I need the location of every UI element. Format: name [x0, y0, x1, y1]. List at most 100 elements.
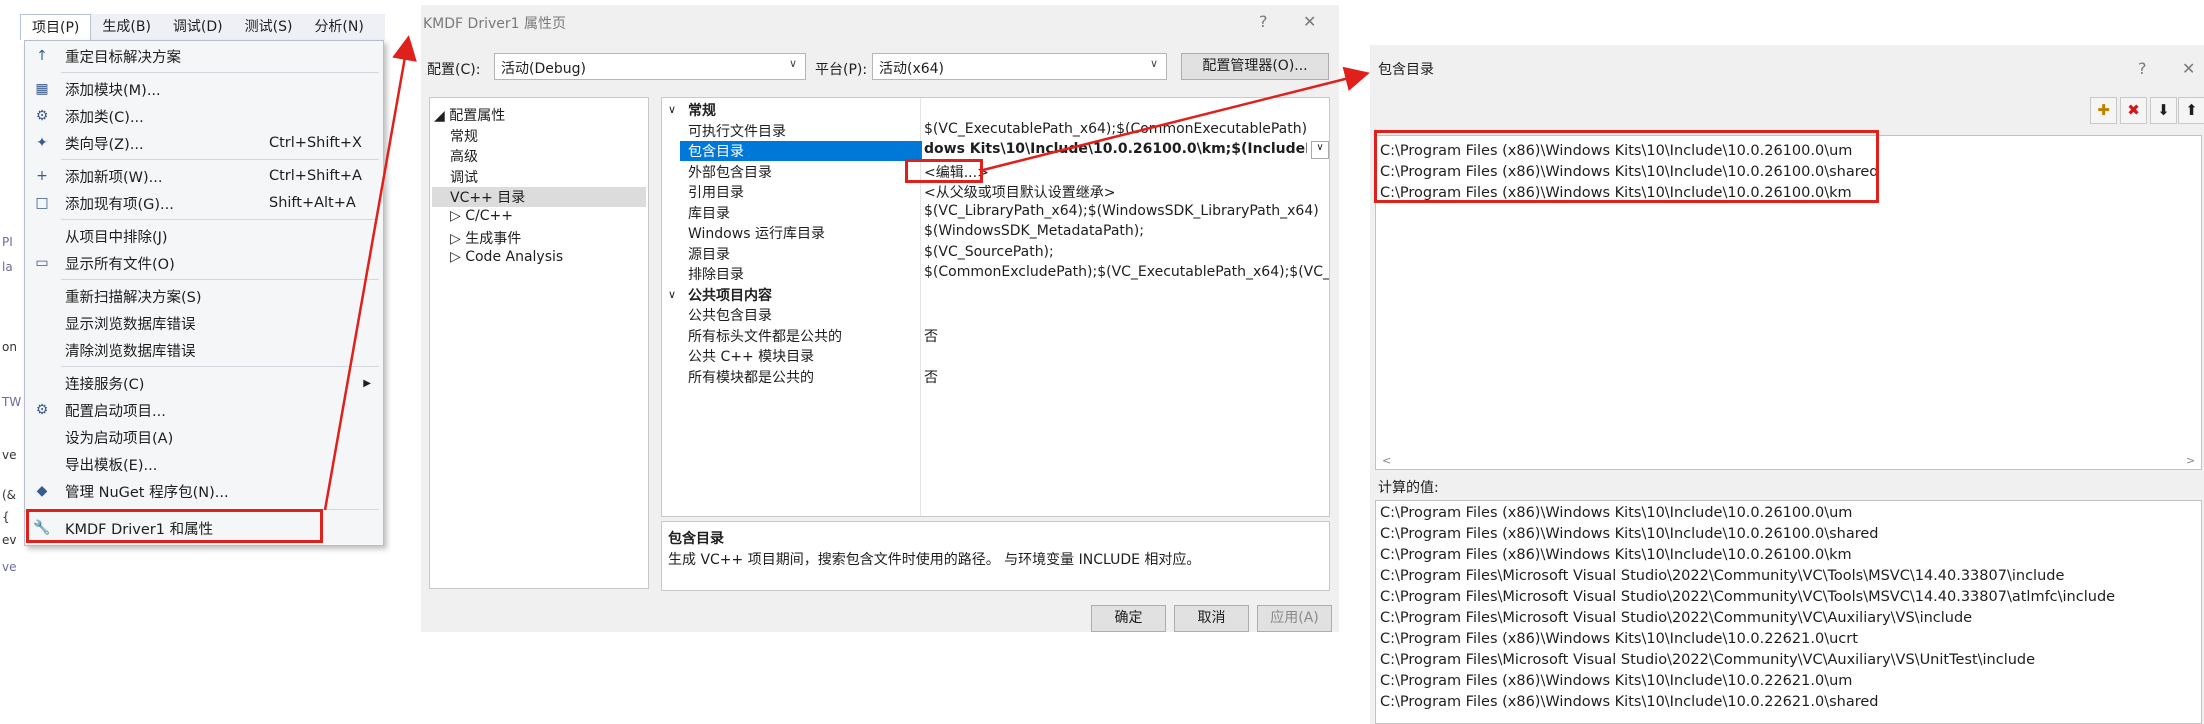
grid-key: 源目录 [688, 246, 730, 263]
menu-item-exclude-from-project[interactable]: 从项目中排除(J) [25, 223, 383, 249]
grid-value[interactable]: <编辑...> [922, 162, 1329, 182]
grid-row[interactable]: 可执行文件目录 $(VC_ExecutablePath_x64);$(Common… [662, 121, 1329, 141]
menu-item-clear-browse-db-errors[interactable]: 清除浏览数据库错误 [25, 337, 383, 363]
chevron-down-icon: ∨ [788, 57, 797, 70]
tree-item[interactable]: VC++ 目录 [432, 187, 646, 207]
description-title: 包含目录 [668, 531, 724, 547]
grid-value[interactable]: $(WindowsSDK_MetadataPath); [922, 223, 1329, 239]
editor-fragment: ve [2, 448, 17, 462]
editor-fragment: ve [2, 560, 17, 574]
menu-item-manage-nuget[interactable]: ◆ 管理 NuGet 程序包(N)... [25, 478, 383, 504]
grid-row[interactable]: 排除目录 $(CommonExcludePath);$(VC_Executable… [662, 264, 1329, 284]
dialog-title: KMDF Driver1 属性页 [423, 16, 566, 32]
grid-key: 可执行文件目录 [688, 123, 786, 140]
evaluated-item: C:\Program Files\Microsoft Visual Studio… [1380, 610, 1973, 626]
grid-value[interactable]: <从父级或项目默认设置继承> [922, 182, 1329, 202]
apply-button[interactable]: 应用(A) [1257, 605, 1332, 632]
new-line-icon[interactable]: ✚ [2090, 97, 2117, 124]
grid-key: 公共包含目录 [688, 308, 772, 324]
scroll-right-icon[interactable]: > [2186, 454, 2195, 467]
close-icon[interactable]: ✕ [1303, 12, 1316, 31]
menu-item-add-class[interactable]: ⚙ 添加类(C)... [25, 103, 383, 129]
tree-item[interactable]: ◢ 配置属性 [434, 105, 505, 125]
grid-value[interactable]: 否 [922, 326, 1329, 346]
menu-test[interactable]: 测试(S) [234, 14, 304, 40]
grid-row[interactable]: 包含目录 dows Kits\10\Include\10.0.26100.0\km… [662, 141, 1329, 161]
ok-button[interactable]: 确定 [1091, 605, 1166, 632]
close-icon[interactable]: ✕ [2182, 59, 2195, 78]
menu-item-show-all-files[interactable]: ▭ 显示所有文件(O) [25, 250, 383, 276]
config-manager-button[interactable]: 配置管理器(O)... [1181, 53, 1329, 80]
menu-debug[interactable]: 调试(D) [162, 14, 234, 40]
cancel-button[interactable]: 取消 [1174, 605, 1249, 632]
move-up-icon[interactable]: ⬆ [2178, 97, 2204, 124]
module-icon: ▦ [35, 81, 49, 97]
grid-row[interactable]: 外部包含目录 <编辑...> [662, 162, 1329, 182]
grid-category-label: 公共项目内容 [688, 287, 772, 304]
scroll-left-icon[interactable]: < [1382, 454, 1391, 467]
grid-value[interactable]: $(CommonExcludePath);$(VC_ExecutablePath… [922, 264, 1329, 280]
tree-item[interactable]: 调试 [450, 167, 478, 187]
tree-item[interactable]: ▷ Code Analysis [450, 249, 563, 265]
help-icon[interactable]: ? [1259, 12, 1268, 31]
menu-item-label: 显示所有文件(O) [65, 256, 175, 273]
menu-item-class-wizard[interactable]: ✦ 类向导(Z)... Ctrl+Shift+X [25, 130, 383, 156]
collapse-icon[interactable]: ∨ [668, 288, 676, 301]
menu-shortcut: Shift+Alt+A [269, 195, 356, 211]
grid-value[interactable]: $(VC_LibraryPath_x64);$(WindowsSDK_Libra… [922, 203, 1329, 219]
tree-item[interactable]: ▷ C/C++ [450, 208, 513, 224]
menu-project[interactable]: 项目(P) [20, 14, 92, 40]
editor-fragment: la [2, 260, 13, 274]
tree-item[interactable]: ▷ 生成事件 [450, 228, 521, 248]
menu-item-label: 添加类(C)... [65, 109, 144, 126]
grid-row[interactable]: 库目录 $(VC_LibraryPath_x64);$(WindowsSDK_Li… [662, 203, 1329, 223]
menu-analyze[interactable]: 分析(N) [303, 14, 374, 40]
menu-item-set-startup-project[interactable]: 设为启动项目(A) [25, 424, 383, 450]
description-panel: 包含目录 生成 VC++ 项目期间，搜索包含文件时使用的路径。 与环境变量 IN… [661, 521, 1330, 591]
menu-item-show-browse-db-errors[interactable]: 显示浏览数据库错误 [25, 310, 383, 336]
evaluated-item: C:\Program Files (x86)\Windows Kits\10\I… [1380, 694, 1879, 710]
menu-item-retarget-solution[interactable]: ↑ 重定目标解决方案 [25, 43, 383, 69]
grid-value[interactable]: 否 [922, 367, 1329, 387]
grid-row[interactable]: Windows 运行库目录 $(WindowsSDK_MetadataPath); [662, 223, 1329, 243]
menu-item-label: 配置启动项目... [65, 403, 166, 420]
platform-dropdown[interactable]: 活动(x64) ∨ [872, 53, 1167, 80]
grid-value[interactable]: dows Kits\10\Include\10.0.26100.0\km;$(I… [922, 141, 1307, 157]
menu-item-label: 设为启动项目(A) [65, 430, 174, 447]
highlight-box-properties [26, 509, 323, 543]
delete-icon[interactable]: ✖ [2120, 97, 2147, 124]
evaluated-values-list[interactable]: C:\Program Files (x86)\Windows Kits\10\I… [1375, 500, 2202, 724]
chevron-down-icon[interactable]: ∨ [1311, 141, 1329, 159]
config-dropdown[interactable]: 活动(Debug) ∨ [494, 53, 806, 80]
evaluated-item: C:\Program Files (x86)\Windows Kits\10\I… [1380, 526, 1879, 542]
grid-value[interactable]: $(VC_SourcePath); [922, 244, 1329, 260]
grid-row[interactable]: 引用目录 <从父级或项目默认设置继承> [662, 182, 1329, 202]
help-icon[interactable]: ? [2138, 59, 2147, 78]
collapse-icon[interactable]: ∨ [668, 103, 676, 116]
grid-value[interactable]: $(VC_ExecutablePath_x64);$(CommonExecuta… [922, 121, 1329, 137]
grid-row[interactable]: 公共包含目录 [662, 305, 1329, 325]
tree-item[interactable]: 高级 [450, 146, 478, 166]
menu-build[interactable]: 生成(B) [91, 14, 162, 40]
evaluated-item: C:\Program Files (x86)\Windows Kits\10\I… [1380, 505, 1853, 521]
grid-key: 外部包含目录 [688, 164, 772, 181]
grid-row[interactable]: 源目录 $(VC_SourcePath); [662, 244, 1329, 264]
grid-row[interactable]: 所有标头文件都是公共的 否 [662, 326, 1329, 346]
grid-category[interactable]: ∨ 常规 [662, 100, 1329, 120]
tree-item[interactable]: 常规 [450, 126, 478, 146]
menu-item-configure-startup[interactable]: ⚙ 配置启动项目... [25, 397, 383, 423]
evaluated-item: C:\Program Files (x86)\Windows Kits\10\I… [1380, 673, 1853, 689]
grid-row[interactable]: 所有模块都是公共的 否 [662, 367, 1329, 387]
menu-item-label: 连接服务(C) [65, 376, 145, 393]
menu-item-export-template[interactable]: 导出模板(E)... [25, 451, 383, 477]
menu-item-label: 重新扫描解决方案(S) [65, 289, 202, 306]
menu-item-add-module[interactable]: ▦ 添加模块(M)... [25, 76, 383, 102]
move-down-icon[interactable]: ⬇ [2150, 97, 2177, 124]
menu-item-rescan-solution[interactable]: 重新扫描解决方案(S) [25, 283, 383, 309]
menu-item-add-existing-item[interactable]: □ 添加现有项(G)... Shift+Alt+A [25, 190, 383, 216]
grid-row[interactable]: 公共 C++ 模块目录 [662, 346, 1329, 366]
menu-item-add-new-item[interactable]: + 添加新项(W)... Ctrl+Shift+A [25, 163, 383, 189]
menu-item-connected-services[interactable]: 连接服务(C) ▶ [25, 370, 383, 396]
grid-category[interactable]: ∨ 公共项目内容 [662, 285, 1329, 305]
property-pages-dialog: KMDF Driver1 属性页 ? ✕ 配置(C): 活动(Debug) ∨ 平… [421, 5, 1339, 632]
